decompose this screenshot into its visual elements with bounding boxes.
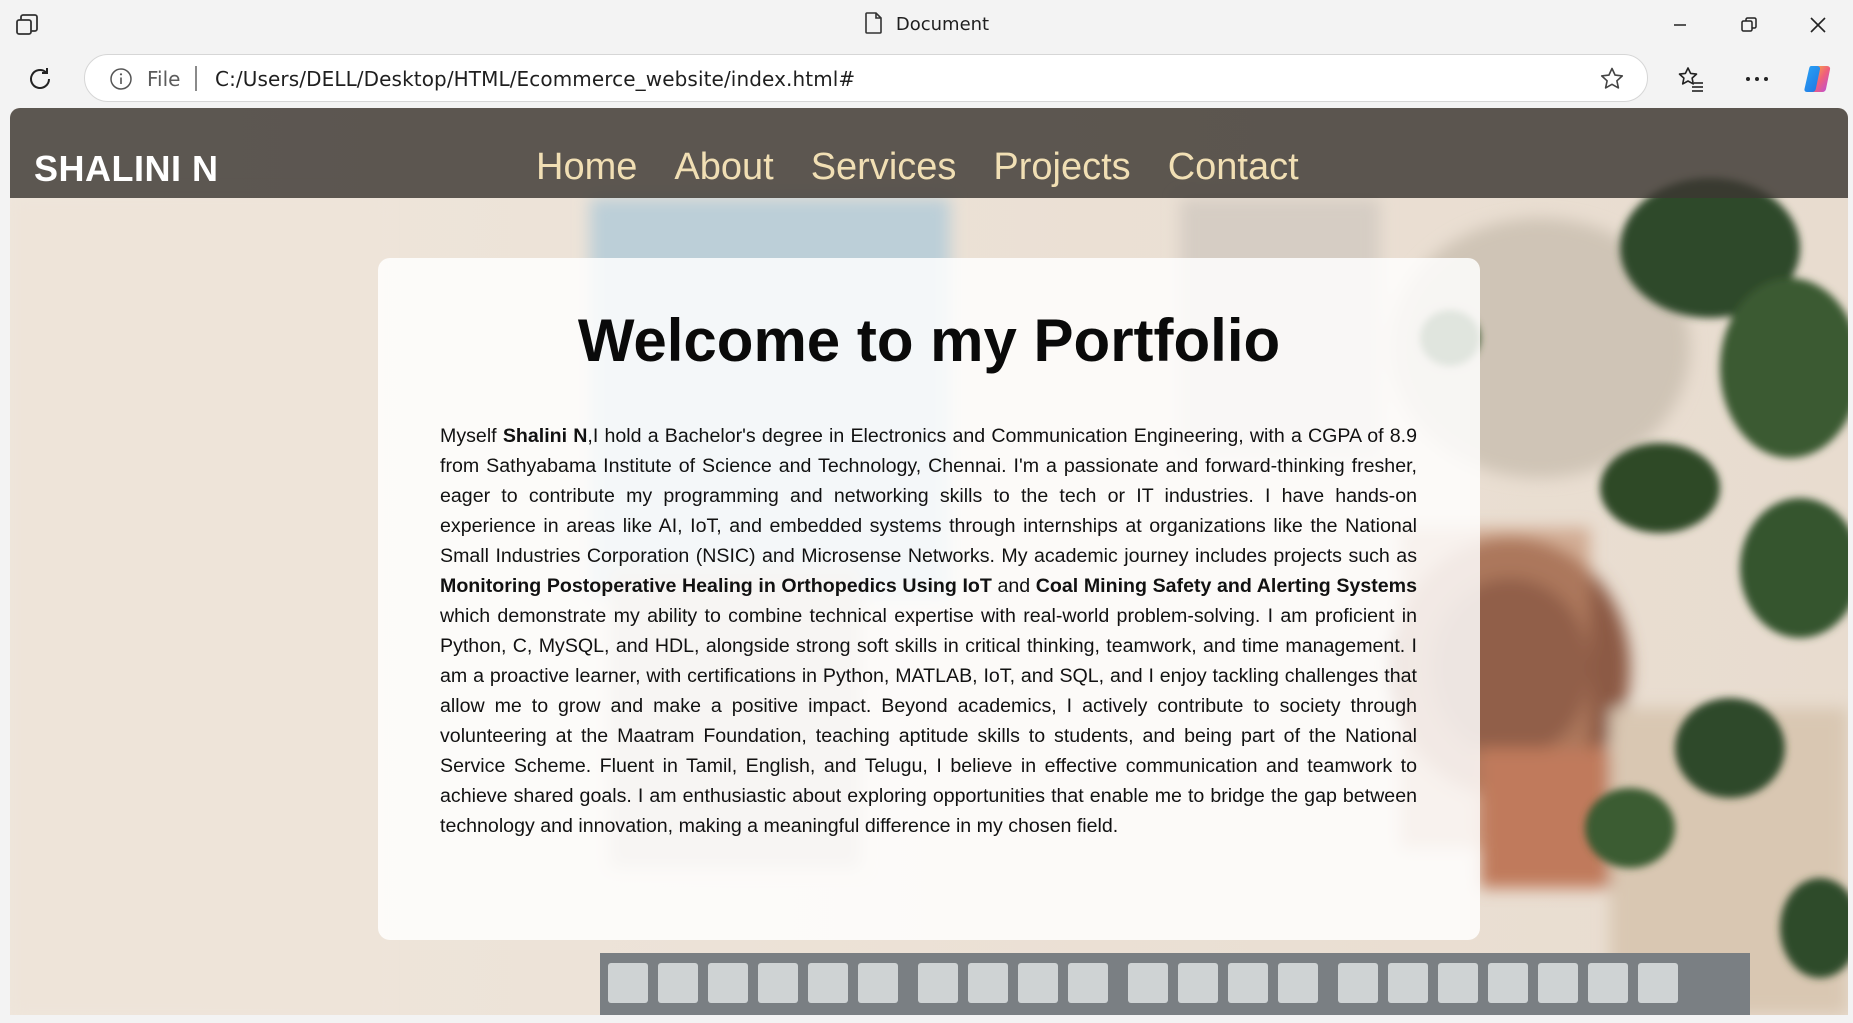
address-bar[interactable]: File C:/Users/DELL/Desktop/HTML/Ecommerc… bbox=[84, 54, 1648, 102]
browser-toolbar: File C:/Users/DELL/Desktop/HTML/Ecommerc… bbox=[0, 50, 1853, 108]
nav-link-projects[interactable]: Projects bbox=[993, 146, 1130, 189]
page-title: Welcome to my Portfolio bbox=[577, 307, 1281, 374]
bio-project-2: Coal Mining Safety and Alerting Systems bbox=[1035, 575, 1417, 597]
nav-link-about[interactable]: About bbox=[674, 146, 773, 189]
title-bar: Document bbox=[0, 0, 1853, 50]
nav-link-home[interactable]: Home bbox=[536, 146, 637, 189]
bio-text-1: Myself bbox=[440, 425, 503, 447]
nav-links: Home About Services Projects Contact bbox=[536, 146, 1299, 189]
minimize-button[interactable] bbox=[1660, 10, 1700, 40]
restore-button[interactable] bbox=[1729, 10, 1769, 40]
welcome-card: Welcome to my Portfolio Myself Shalini N… bbox=[378, 258, 1480, 940]
more-icon[interactable] bbox=[1740, 62, 1774, 96]
site-brand[interactable]: SHALINI N bbox=[34, 148, 219, 190]
site-navbar: SHALINI N Home About Services Projects C… bbox=[10, 108, 1848, 198]
star-icon[interactable] bbox=[1599, 66, 1625, 92]
nav-link-contact[interactable]: Contact bbox=[1168, 146, 1299, 189]
document-icon bbox=[864, 12, 884, 34]
bio-text-3: and bbox=[991, 575, 1036, 597]
address-separator bbox=[195, 66, 197, 91]
bio-text-2: ,I hold a Bachelor's degree in Electroni… bbox=[440, 425, 1417, 567]
nav-link-services[interactable]: Services bbox=[811, 146, 957, 189]
bio-project-1: Monitoring Postoperative Healing in Orth… bbox=[440, 575, 992, 597]
bio-paragraph: Myself Shalini N,I hold a Bachelor's deg… bbox=[440, 421, 1417, 841]
close-button[interactable] bbox=[1798, 10, 1838, 40]
bottom-edge bbox=[0, 1015, 1853, 1023]
bio-name: Shalini N bbox=[502, 425, 588, 447]
info-icon[interactable] bbox=[109, 67, 133, 91]
favorites-icon[interactable] bbox=[1674, 62, 1708, 96]
page-viewport: SHALINI N Home About Services Projects C… bbox=[10, 108, 1848, 1015]
window-title: Document bbox=[0, 12, 1853, 35]
url-text[interactable]: C:/Users/DELL/Desktop/HTML/Ecommerce_web… bbox=[215, 67, 855, 91]
scheme-label: File bbox=[147, 67, 181, 91]
reload-icon[interactable] bbox=[24, 63, 56, 95]
copilot-icon[interactable] bbox=[1802, 62, 1836, 96]
window-title-text: Document bbox=[895, 14, 990, 35]
bio-text-4: which demonstrate my ability to combine … bbox=[440, 605, 1417, 837]
